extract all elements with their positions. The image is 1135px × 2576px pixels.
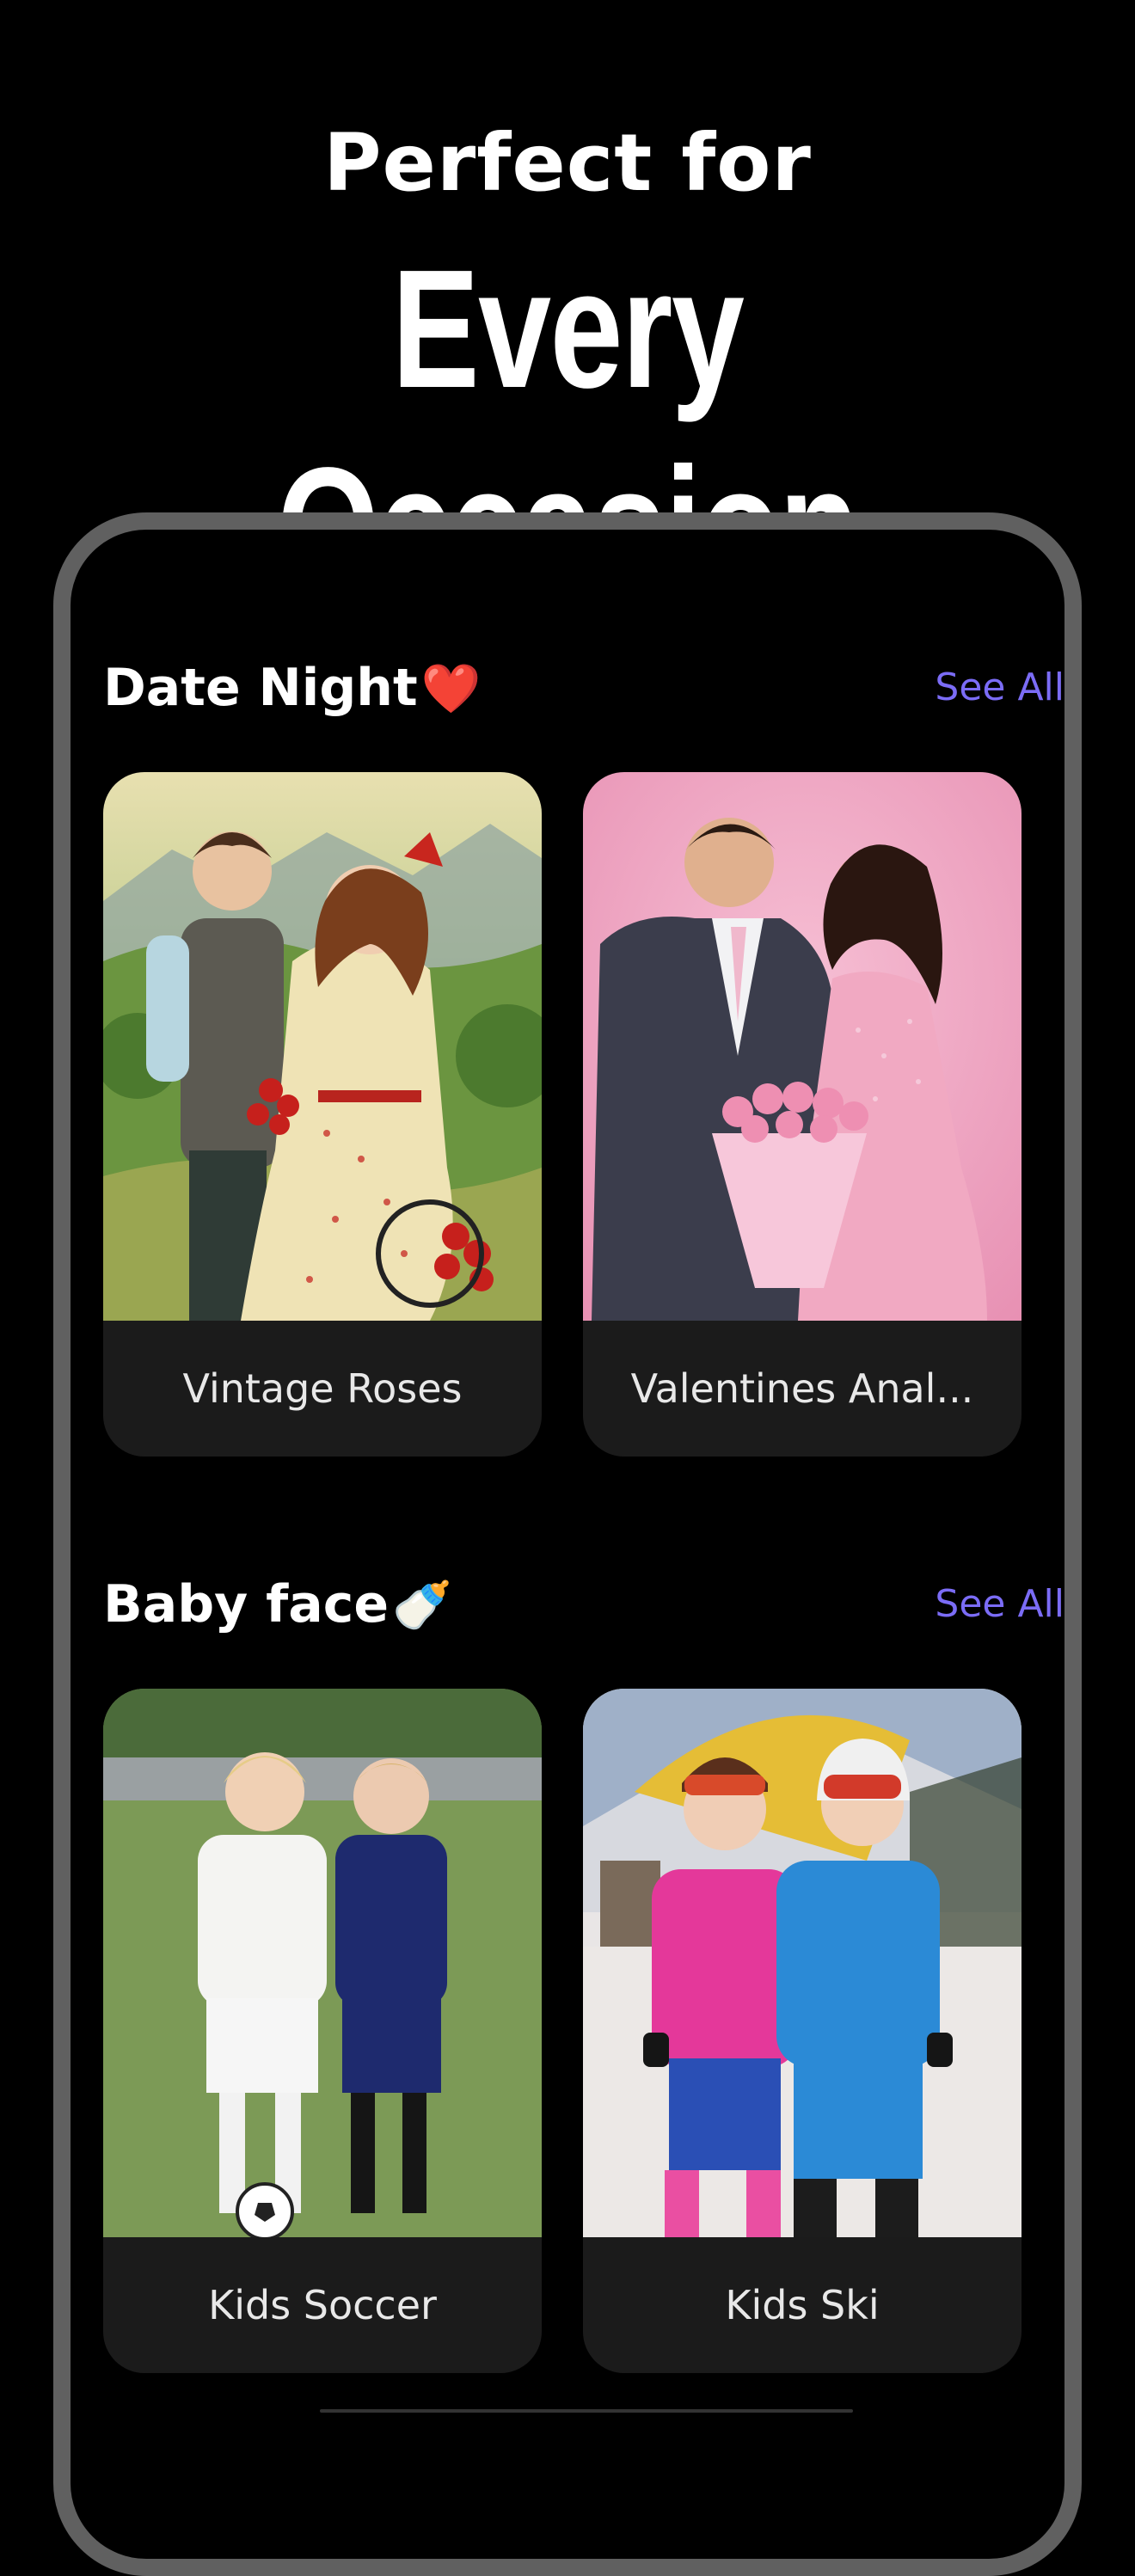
see-all-link[interactable]: See All [935,662,1064,714]
card-carousel[interactable]: Kids Soccer Kids Ski [103,1689,1064,2377]
baby-bottle-icon: 🍼 [392,1578,452,1634]
card-photo [583,1689,1022,2237]
card-photo [103,1689,542,2237]
app-screen: Date Night❤️ See All Vintage Roses Valen… [71,530,1064,2559]
section-title: Baby face🍼 [103,1572,452,1639]
headline-line1: Perfect for [323,117,812,209]
card-photo [583,772,1022,1321]
card-photo [103,772,542,1321]
section-title-text: Baby face [103,1574,390,1635]
style-card-valentines[interactable]: Valentines Anal... [583,772,1022,1457]
card-label: Kids Soccer [208,2282,437,2328]
phone-frame: Date Night❤️ See All Vintage Roses Valen… [53,512,1082,2576]
next-card-peek[interactable] [1066,1689,1082,2373]
section-title-text: Date Night [103,658,418,718]
heart-icon: ❤️ [420,661,482,717]
style-card-kids-ski[interactable]: Kids Ski [583,1689,1022,2373]
style-card-kids-soccer[interactable]: Kids Soccer [103,1689,542,2373]
card-label: Valentines Anal... [630,1365,974,1412]
card-label: Kids Ski [725,2282,880,2328]
next-card-peek[interactable] [1066,772,1082,1457]
section-title: Date Night❤️ [103,655,481,722]
style-card-vintage-roses[interactable]: Vintage Roses [103,772,542,1457]
card-carousel[interactable]: Vintage Roses Valentines Anal... [103,772,1064,1460]
home-indicator [320,2409,853,2413]
card-label: Vintage Roses [182,1365,463,1412]
see-all-link[interactable]: See All [935,1579,1064,1630]
